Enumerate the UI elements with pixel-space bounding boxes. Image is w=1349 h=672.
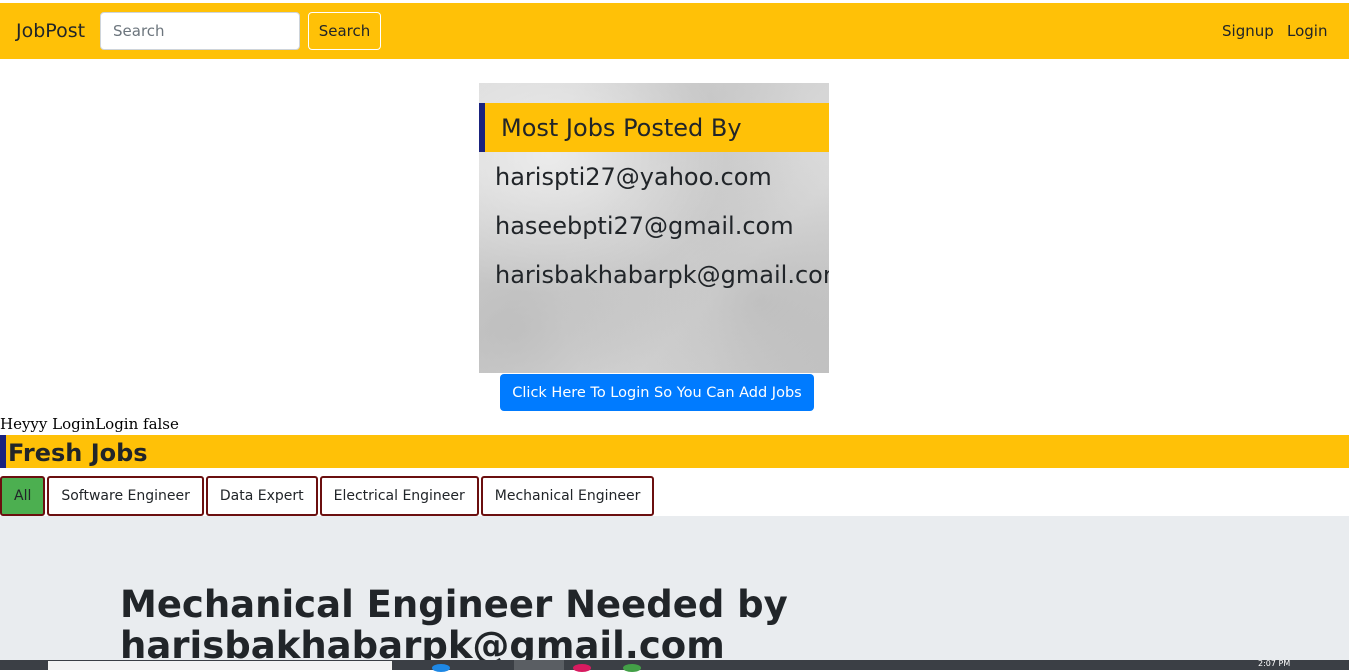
browser-icon[interactable]	[432, 664, 450, 672]
app-icon[interactable]	[573, 664, 591, 672]
os-taskbar: 2:07 PM	[0, 659, 1349, 672]
fresh-jobs-title: Fresh Jobs	[8, 439, 148, 467]
brand-logo[interactable]: JobPost	[16, 20, 85, 42]
job-listing-area: Mechanical Engineer Needed by harisbakha…	[0, 516, 1349, 670]
job-category-filters: All Software Engineer Data Expert Electr…	[0, 476, 656, 516]
filter-mechanical-engineer-button[interactable]: Mechanical Engineer	[480, 476, 655, 516]
debug-login-status: Heyyy LoginLogin false	[0, 415, 179, 433]
signup-link[interactable]: Signup	[1222, 22, 1274, 40]
search-input[interactable]	[100, 12, 300, 50]
filter-software-engineer-button[interactable]: Software Engineer	[47, 476, 204, 516]
active-app-icon[interactable]	[514, 660, 564, 670]
poster-email: harisbakhabarpk@gmail.com	[495, 261, 829, 289]
app-icon[interactable]	[623, 664, 641, 672]
filter-data-expert-button[interactable]: Data Expert	[205, 476, 318, 516]
search-button[interactable]: Search	[308, 12, 381, 50]
most-jobs-title: Most Jobs Posted By	[501, 114, 742, 142]
login-to-add-jobs-button[interactable]: Click Here To Login So You Can Add Jobs	[500, 374, 814, 411]
navbar: JobPost Search Signup Login	[0, 3, 1349, 59]
most-jobs-card: Most Jobs Posted By harispti27@yahoo.com…	[479, 83, 829, 373]
filter-all-button[interactable]: All	[0, 476, 46, 516]
poster-email: harispti27@yahoo.com	[495, 163, 772, 191]
taskbar-clock: 2:07 PM	[1258, 659, 1291, 668]
taskbar-search-box[interactable]	[48, 661, 392, 670]
most-jobs-header: Most Jobs Posted By	[479, 103, 829, 152]
filter-electrical-engineer-button[interactable]: Electrical Engineer	[319, 476, 479, 516]
fresh-jobs-header: Fresh Jobs	[0, 435, 1349, 468]
poster-email: haseebpti27@gmail.com	[495, 212, 794, 240]
job-title[interactable]: Mechanical Engineer Needed by harisbakha…	[120, 584, 880, 666]
login-link[interactable]: Login	[1287, 22, 1327, 40]
